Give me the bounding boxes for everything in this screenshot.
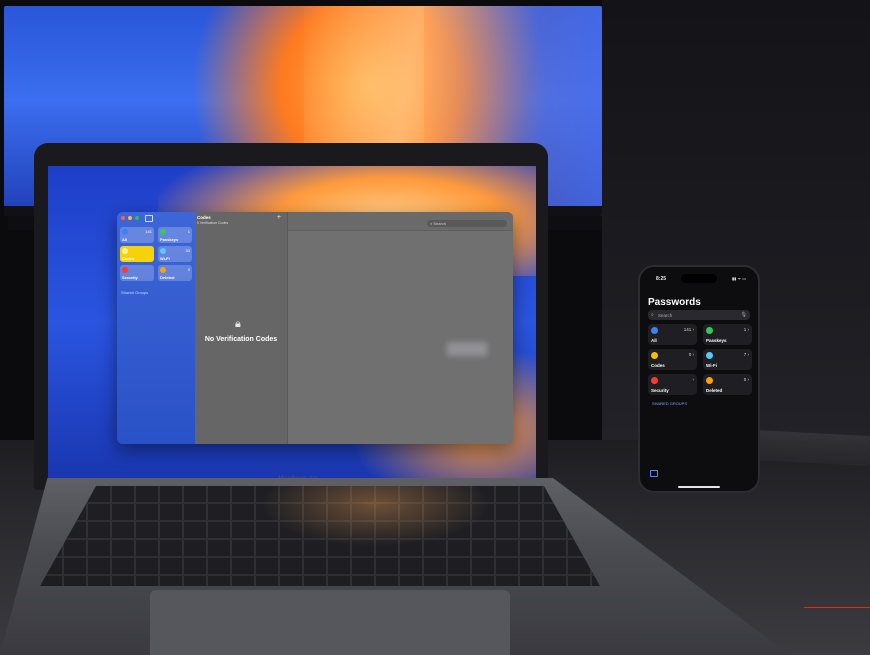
tile-count: 141 <box>145 229 152 234</box>
tile-count: 0 › <box>743 377 749 382</box>
tile-all[interactable]: 141 All <box>120 227 154 243</box>
tile-label: Wi-Fi <box>160 256 170 261</box>
person-icon <box>160 229 166 235</box>
sidebar-toggle-icon[interactable] <box>145 215 153 222</box>
reflection-blur <box>447 342 487 356</box>
tile-count: 1 <box>187 229 190 234</box>
tile-label: Security <box>122 275 138 280</box>
passwords-app-window[interactable]: 141 All 1 Passkeys Codes 33 Wi-Fi Securi… <box>117 212 513 444</box>
window-controls <box>121 216 139 220</box>
shared-groups-heading: SHARED GROUPS <box>652 401 688 406</box>
person-icon <box>706 327 713 334</box>
status-time: 8:25 <box>656 276 667 282</box>
empty-state-title: No Verification Codes <box>204 336 278 343</box>
tile-deleted[interactable]: 0 Deleted <box>158 265 192 281</box>
tile-count: 33 <box>185 248 190 253</box>
tile-label: Codes <box>122 256 135 261</box>
tile-count: 1 › <box>743 327 749 332</box>
wifi-icon <box>160 248 166 254</box>
close-button[interactable] <box>121 216 125 220</box>
tile-codes[interactable]: Codes <box>120 246 154 262</box>
sidebar: 141 All 1 Passkeys Codes 33 Wi-Fi Securi… <box>117 212 195 444</box>
list-subtitle: 0 Verification Codes <box>197 221 229 225</box>
search-input[interactable]: ⌕ Search 🎙︎ <box>648 310 750 320</box>
tile-label: Security <box>651 388 669 393</box>
trash-icon <box>160 267 166 273</box>
red-accent-line <box>804 607 870 608</box>
key-icon <box>122 229 128 235</box>
search-placeholder: Search <box>433 221 447 226</box>
home-indicator <box>678 486 720 488</box>
sidebar-icon[interactable] <box>650 470 658 477</box>
tile-passkeys[interactable]: 1 › Passkeys <box>703 324 752 345</box>
list-title: Codes <box>197 215 211 220</box>
minimize-button[interactable] <box>128 216 132 220</box>
tile-label: Passkeys <box>160 237 179 242</box>
add-button[interactable]: + <box>277 214 281 221</box>
category-tiles: 141 › All 1 › Passkeys 0 › Codes 7 › Wi-… <box>648 324 752 395</box>
tile-label: Deleted <box>160 275 175 280</box>
shared-groups-heading: Shared Groups <box>121 290 149 295</box>
tile-count: 0 › <box>688 352 694 357</box>
photo-scene: MacBook Air 141 All 1 Passkeys <box>0 0 870 655</box>
tile-security[interactable]: Security <box>120 265 154 281</box>
tile-count: 0 <box>187 267 190 272</box>
trackpad <box>150 590 510 655</box>
tile-label: Deleted <box>706 388 723 393</box>
tile-label: Codes <box>651 363 665 368</box>
search-field[interactable]: ⌕ Search <box>427 220 507 227</box>
lock-clock-icon <box>122 248 128 254</box>
tile-label: All <box>651 338 657 343</box>
detail-pane <box>288 212 513 444</box>
exclamation-icon <box>122 267 128 273</box>
tile-deleted[interactable]: 0 › Deleted <box>703 374 752 395</box>
toolbar: ⌕ Search <box>288 212 513 231</box>
tile-label: Passkeys <box>706 338 727 343</box>
codes-list-pane: Codes 0 Verification Codes + 🔒︎ No Verif… <box>195 212 288 444</box>
page-title: Passwords <box>648 297 701 308</box>
tile-count: 141 › <box>683 327 694 332</box>
zoom-button[interactable] <box>135 216 139 220</box>
lock-clock-icon <box>651 352 658 359</box>
tile-security[interactable]: › Security <box>648 374 697 395</box>
tile-wifi[interactable]: 7 › Wi-Fi <box>703 349 752 370</box>
tile-wifi[interactable]: 33 Wi-Fi <box>158 246 192 262</box>
microphone-icon[interactable]: 🎙︎ <box>741 312 747 318</box>
status-icons: ▮▮ ᯤ ▭ <box>731 276 746 281</box>
tile-label: All <box>122 237 128 242</box>
search-icon: ⌕ <box>651 312 654 318</box>
tile-all[interactable]: 141 › All <box>648 324 697 345</box>
keyboard-reflection <box>260 486 490 546</box>
exclamation-icon <box>651 377 658 384</box>
category-tiles: 141 All 1 Passkeys Codes 33 Wi-Fi Securi… <box>120 227 192 281</box>
iphone: 8:25 ▮▮ ᯤ ▭ Passwords ⌕ Search 🎙︎ 141 › … <box>638 265 760 493</box>
lock-clock-icon: 🔒︎ <box>235 318 241 330</box>
tile-label: Wi-Fi <box>706 363 717 368</box>
wifi-icon <box>706 352 713 359</box>
tile-count: › <box>692 377 695 382</box>
tile-passkeys[interactable]: 1 Passkeys <box>158 227 192 243</box>
tile-codes[interactable]: 0 › Codes <box>648 349 697 370</box>
tile-count: 7 › <box>743 352 749 357</box>
dynamic-island <box>681 274 717 283</box>
search-placeholder: Search <box>658 312 673 318</box>
trash-icon <box>706 377 713 384</box>
key-icon <box>651 327 658 334</box>
